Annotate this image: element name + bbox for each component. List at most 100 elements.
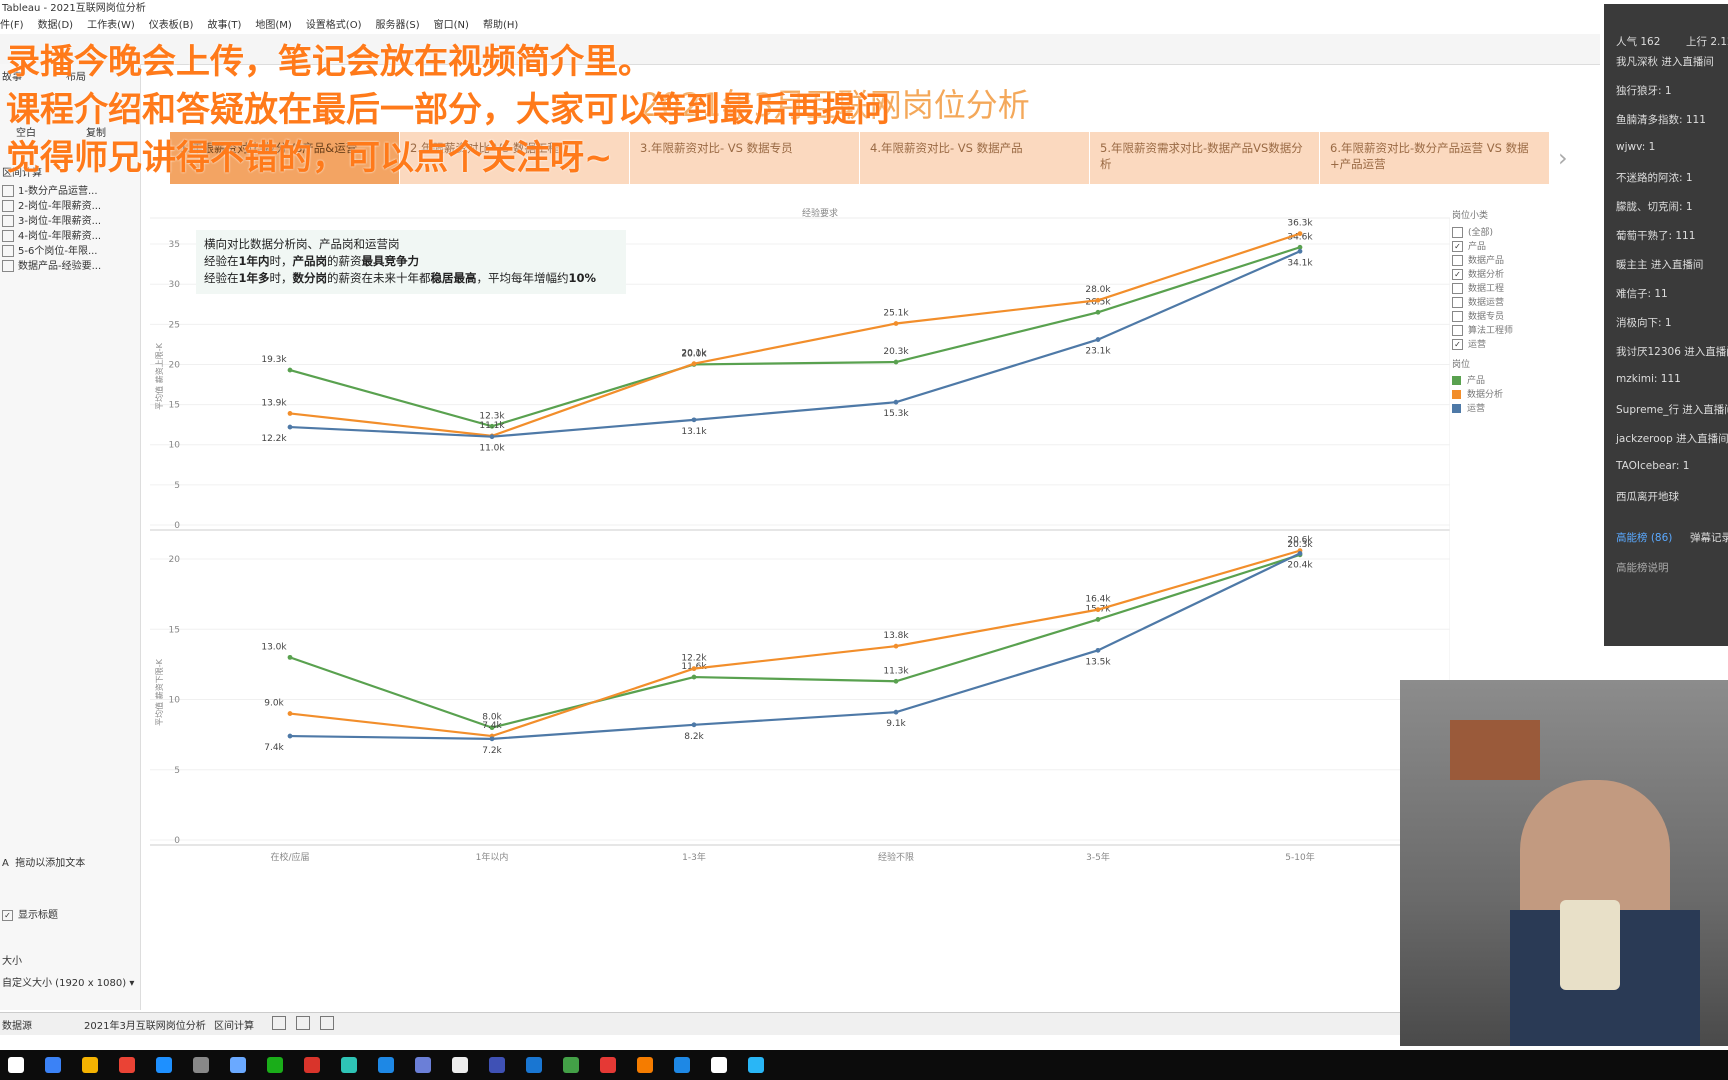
y-tick-label: 0: [174, 521, 180, 531]
filter-option[interactable]: 数据产品: [1452, 253, 1562, 267]
app-icon[interactable]: [230, 1057, 246, 1073]
filter-option[interactable]: 算法工程师: [1452, 323, 1562, 337]
checkbox-icon: [1452, 297, 1463, 308]
sheet-icon: [2, 185, 14, 197]
story-side-panel: 故事 布局 空白 复制 区间计算 1-数分产品运营... 2-岗位-年限薪资...…: [0, 64, 141, 1010]
data-point: [691, 674, 697, 680]
data-point: [489, 736, 495, 742]
data-label: 7.4k: [482, 721, 502, 731]
chevron-down-icon: ▾: [129, 978, 135, 989]
legend-panel: 岗位小类 (全部) ✓ 产品 数据产品 ✓ 数据分析 数据工程 数据运营 数据专员 算法工程师 ✓ 运营…: [1452, 208, 1562, 428]
data-point: [287, 411, 293, 416]
series-line-产品: [289, 553, 1301, 729]
sheet-list-item[interactable]: 2-岗位-年限薪资...: [2, 197, 101, 212]
menu-item[interactable]: 仪表板(B): [149, 20, 194, 31]
menu-item[interactable]: 故事(T): [207, 20, 241, 31]
sheet-list-item[interactable]: 4-岗位-年限薪资...: [2, 227, 101, 242]
rank-info-link[interactable]: 高能榜说明: [1616, 560, 1669, 575]
show-title-checkbox[interactable]: ✓ 显示标题: [2, 906, 58, 921]
menu-item[interactable]: 件(F): [0, 20, 24, 31]
new-story-icon[interactable]: [320, 1016, 334, 1030]
wechat-icon[interactable]: [267, 1057, 283, 1073]
data-point: [893, 709, 899, 715]
start-icon[interactable]: [8, 1057, 24, 1073]
filter-option-label: 数据分析: [1468, 270, 1505, 280]
menu-bar: 件(F) 数据(D) 工作表(W) 仪表板(B) 故事(T) 地图(M) 设置格式(O) 服务…: [0, 18, 1600, 34]
data-label: 13.8k: [883, 631, 909, 641]
app-icon[interactable]: [304, 1057, 320, 1073]
chevron-right-icon[interactable]: ›: [1558, 144, 1568, 172]
app-icon[interactable]: [526, 1057, 542, 1073]
color-legend-item[interactable]: 运营: [1452, 401, 1562, 415]
filter-option[interactable]: 数据专员: [1452, 309, 1562, 323]
sheet-list-item[interactable]: 1-数分产品运营...: [2, 182, 98, 197]
app-icon[interactable]: [711, 1057, 727, 1073]
color-swatch: [1452, 376, 1461, 385]
app-icon[interactable]: [600, 1057, 616, 1073]
app-icon[interactable]: [415, 1057, 431, 1073]
size-select[interactable]: 自定义大小 (1920 x 1080) ▾: [2, 974, 134, 989]
tab-energy-rank[interactable]: 高能榜 (86): [1616, 530, 1672, 545]
menu-item[interactable]: 地图(M): [255, 20, 291, 31]
search-icon[interactable]: [45, 1057, 61, 1073]
menu-item[interactable]: 数据(D): [38, 20, 74, 31]
app-icon[interactable]: [674, 1057, 690, 1073]
filter-option[interactable]: 数据工程: [1452, 281, 1562, 295]
edge-icon[interactable]: [156, 1057, 172, 1073]
new-dashboard-icon[interactable]: [296, 1016, 310, 1030]
data-point: [489, 434, 495, 440]
app-icon[interactable]: [341, 1057, 357, 1073]
file-explorer-icon[interactable]: [82, 1057, 98, 1073]
story-point-tab[interactable]: 5.年限薪资需求对比-数据产品VS数据分析: [1090, 132, 1319, 184]
app-icon[interactable]: [637, 1057, 653, 1073]
sheet-list-item[interactable]: 数据产品-经验要...: [2, 257, 101, 272]
data-label: 12.3k: [479, 411, 505, 421]
x-tick-label: 在校/应届: [270, 851, 309, 863]
data-point: [893, 321, 899, 326]
data-point: [287, 733, 293, 739]
app-icon[interactable]: [378, 1057, 394, 1073]
y-tick-label: 10: [169, 441, 181, 451]
sheet-tab[interactable]: 区间计算: [214, 1017, 254, 1032]
story-point-tab[interactable]: 6.年限薪资对比-数分产品运营 VS 数据+产品运营: [1320, 132, 1549, 184]
data-label: 15.3k: [883, 409, 909, 419]
sheet-icon: [2, 245, 14, 257]
sheet-icon: [2, 230, 14, 242]
story-point-tab[interactable]: 4.年限薪资对比- VS 数据产品: [860, 132, 1089, 184]
color-legend-item[interactable]: 产品: [1452, 373, 1562, 387]
menu-item[interactable]: 窗口(N): [434, 20, 469, 31]
filter-option[interactable]: ✓ 产品: [1452, 239, 1562, 253]
chat-message: 难信子: 11: [1616, 288, 1668, 300]
sheet-list-item[interactable]: 5-6个岗位-年限...: [2, 242, 97, 257]
y-tick-label: 20: [169, 555, 181, 565]
menu-item[interactable]: 设置格式(O): [306, 20, 362, 31]
filter-option-label: 算法工程师: [1468, 326, 1514, 336]
y-tick-label: 5: [174, 481, 180, 491]
app-icon[interactable]: [748, 1057, 764, 1073]
sheet-tab[interactable]: 2021年3月互联网岗位分析: [84, 1017, 206, 1032]
color-swatch: [1452, 390, 1461, 399]
menu-item[interactable]: 工作表(W): [87, 20, 135, 31]
app-icon[interactable]: [563, 1057, 579, 1073]
filter-option[interactable]: ✓ 运营: [1452, 337, 1562, 351]
menu-item[interactable]: 帮助(H): [483, 20, 518, 31]
tableau-icon[interactable]: [452, 1057, 468, 1073]
stream-overlay-text: 录播今晚会上传，笔记会放在视频简介里。 课程介绍和答疑放在最后一部分，大家可以等…: [6, 38, 890, 182]
color-legend-item[interactable]: 数据分析: [1452, 387, 1562, 401]
filter-option[interactable]: 数据运营: [1452, 295, 1562, 309]
app-icon[interactable]: [489, 1057, 505, 1073]
app-icon[interactable]: [193, 1057, 209, 1073]
x-tick-label: 3-5年: [1086, 851, 1110, 863]
chrome-icon[interactable]: [119, 1057, 135, 1073]
filter-option[interactable]: ✓ 数据分析: [1452, 267, 1562, 281]
sheet-icon: [2, 260, 14, 272]
menu-item[interactable]: 服务器(S): [376, 20, 420, 31]
tab-danmaku-log[interactable]: 弹幕记录: [1690, 530, 1728, 545]
data-label: 11.1k: [479, 421, 505, 431]
sheet-tab[interactable]: 数据源: [2, 1017, 32, 1032]
drag-text-hint[interactable]: A 拖动以添加文本: [2, 854, 85, 869]
sheet-list-item[interactable]: 3-岗位-年限薪资...: [2, 212, 101, 227]
data-point: [1095, 647, 1101, 653]
filter-option[interactable]: (全部): [1452, 225, 1562, 239]
new-worksheet-icon[interactable]: [272, 1016, 286, 1030]
